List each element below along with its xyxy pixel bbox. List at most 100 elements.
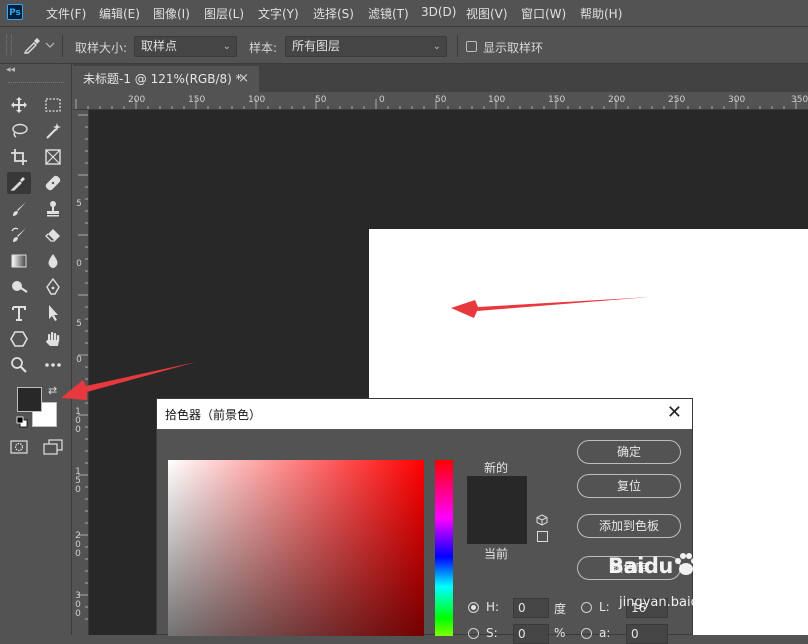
ok-button[interactable]: 确定 [577, 440, 681, 464]
menu-window[interactable]: 窗口(W) [521, 5, 566, 22]
eraser-tool-icon[interactable] [41, 224, 65, 246]
shape-tool-icon[interactable] [7, 328, 31, 350]
hue-slider[interactable] [435, 460, 453, 636]
menu-type[interactable]: 文字(Y) [258, 5, 299, 22]
menu-3d[interactable]: 3D(D) [421, 5, 456, 19]
crop-tool-icon[interactable] [7, 146, 31, 168]
ruler-label: 200 [128, 95, 146, 105]
web-safe-color-icon[interactable] [537, 531, 548, 542]
type-tool-icon[interactable] [7, 302, 31, 324]
a-input[interactable]: 0 [626, 624, 668, 644]
color-picker-dialog: 拾色器（前景色） ✕ 新的 当前 确定 复位 添加到色板 颜色库 H: 0 度 … [156, 398, 693, 644]
sample-size-label: 取样大小: [75, 41, 128, 55]
ruler-label: 5 [76, 199, 82, 209]
eyedropper-preset-icon[interactable] [22, 35, 56, 58]
screen-mode-icon[interactable] [43, 439, 63, 458]
collapse-toolbox-icon[interactable]: ◂◂ [6, 65, 15, 75]
chevron-down-icon: ⌄ [222, 41, 231, 52]
move-tool-icon[interactable] [7, 94, 31, 116]
healing-brush-tool-icon[interactable] [41, 172, 65, 194]
dialog-titlebar[interactable]: 拾色器（前景色） ✕ [157, 399, 692, 429]
ruler-label: 50 [435, 95, 447, 105]
frame-tool-icon[interactable] [41, 146, 65, 168]
blur-tool-icon[interactable] [41, 250, 65, 272]
ruler-label: 50 [315, 95, 327, 105]
show-sampling-ring-label: 显示取样环 [483, 41, 544, 55]
ruler-label: 3 0 0 [75, 591, 81, 619]
magic-wand-tool-icon[interactable] [41, 120, 65, 142]
h-input[interactable]: 0 [513, 598, 549, 618]
dodge-tool-icon[interactable] [7, 276, 31, 298]
pen-tool-icon[interactable] [41, 276, 65, 298]
path-selection-tool-icon[interactable] [41, 302, 65, 324]
dialog-title: 拾色器（前景色） [165, 408, 262, 422]
ruler-label: 5 [76, 319, 82, 329]
menu-bar: Ps 文件(F) 编辑(E) 图像(I) 图层(L) 文字(Y) 选择(S) 滤… [0, 0, 808, 25]
ruler-label: 250 [668, 95, 686, 105]
ruler-label: 300 [728, 95, 746, 105]
grip-handle[interactable] [6, 35, 12, 55]
sample-value: 所有图层 [292, 39, 341, 53]
3d-cube-icon[interactable] [536, 514, 548, 529]
sample-label: 样本: [249, 41, 278, 55]
sample-size-select[interactable]: 取样点 ⌄ [134, 36, 237, 57]
menu-help[interactable]: 帮助(H) [580, 5, 622, 22]
brush-tool-icon[interactable] [7, 198, 31, 220]
new-color-swatch [467, 476, 527, 544]
current-color-label: 当前 [484, 547, 509, 561]
document-tab-title: 未标题-1 @ 121%(RGB/8) * [83, 72, 242, 86]
menu-image[interactable]: 图像(I) [153, 5, 190, 22]
close-icon[interactable]: ✕ [667, 402, 682, 423]
history-brush-tool-icon[interactable] [7, 224, 31, 246]
more-tools-icon[interactable] [41, 354, 65, 376]
watermark-url: jingyan.baidu.com [619, 595, 739, 610]
l-label: L: [599, 600, 610, 614]
h-radio[interactable] [468, 602, 479, 613]
default-colors-icon[interactable] [16, 416, 28, 431]
horizontal-ruler: 200 150 100 50 0 50 100 150 200 250 300 … [73, 94, 808, 110]
menu-layer[interactable]: 图层(L) [204, 5, 244, 22]
add-to-swatches-button[interactable]: 添加到色板 [577, 514, 681, 538]
a-radio[interactable] [581, 628, 592, 639]
document-tab[interactable]: 未标题-1 @ 121%(RGB/8) * × [73, 66, 259, 92]
sample-select[interactable]: 所有图层 ⌄ [285, 36, 447, 57]
new-color-label: 新的 [484, 461, 509, 475]
ruler-label: 100 [488, 95, 506, 105]
watermark-brand: Baidu [608, 554, 673, 578]
menu-select[interactable]: 选择(S) [313, 5, 354, 22]
swap-colors-icon[interactable]: ⇄ [48, 384, 57, 397]
hand-tool-icon[interactable] [41, 328, 65, 350]
menu-view[interactable]: 视图(V) [466, 5, 508, 22]
toolbox-grip[interactable] [8, 82, 64, 85]
lasso-tool-icon[interactable] [7, 120, 31, 142]
ruler-label: 0 [76, 355, 82, 365]
ruler-label: 1 0 0 [75, 407, 81, 435]
ruler-label: 2 0 0 [75, 531, 81, 559]
close-tab-icon[interactable]: × [238, 66, 249, 92]
sample-size-value: 取样点 [141, 39, 178, 53]
saturation-brightness-field[interactable] [168, 460, 424, 636]
ruler-label: 0 [379, 95, 385, 105]
menu-edit[interactable]: 编辑(E) [99, 5, 140, 22]
l-radio[interactable] [581, 602, 592, 613]
clone-stamp-tool-icon[interactable] [41, 198, 65, 220]
eyedropper-tool-icon[interactable] [7, 172, 31, 194]
paw-icon [671, 550, 701, 583]
quick-mask-icon[interactable] [10, 439, 28, 458]
s-input[interactable]: 0 [513, 624, 549, 644]
zoom-tool-icon[interactable] [7, 354, 31, 376]
foreground-color-swatch[interactable] [17, 387, 42, 412]
ruler-label: 100 [248, 95, 266, 105]
chevron-down-icon: ⌄ [432, 41, 441, 52]
s-radio[interactable] [468, 628, 479, 639]
ruler-label: 350 [791, 95, 808, 105]
menu-file[interactable]: 文件(F) [46, 5, 86, 22]
reset-button[interactable]: 复位 [577, 474, 681, 498]
ruler-label: 150 [548, 95, 566, 105]
show-sampling-ring-checkbox[interactable] [466, 41, 477, 52]
h-unit: 度 [554, 602, 567, 616]
menu-filter[interactable]: 滤镜(T) [368, 5, 409, 22]
gradient-tool-icon[interactable] [7, 250, 31, 272]
marquee-tool-icon[interactable] [41, 94, 65, 116]
a-label: a: [599, 626, 611, 640]
